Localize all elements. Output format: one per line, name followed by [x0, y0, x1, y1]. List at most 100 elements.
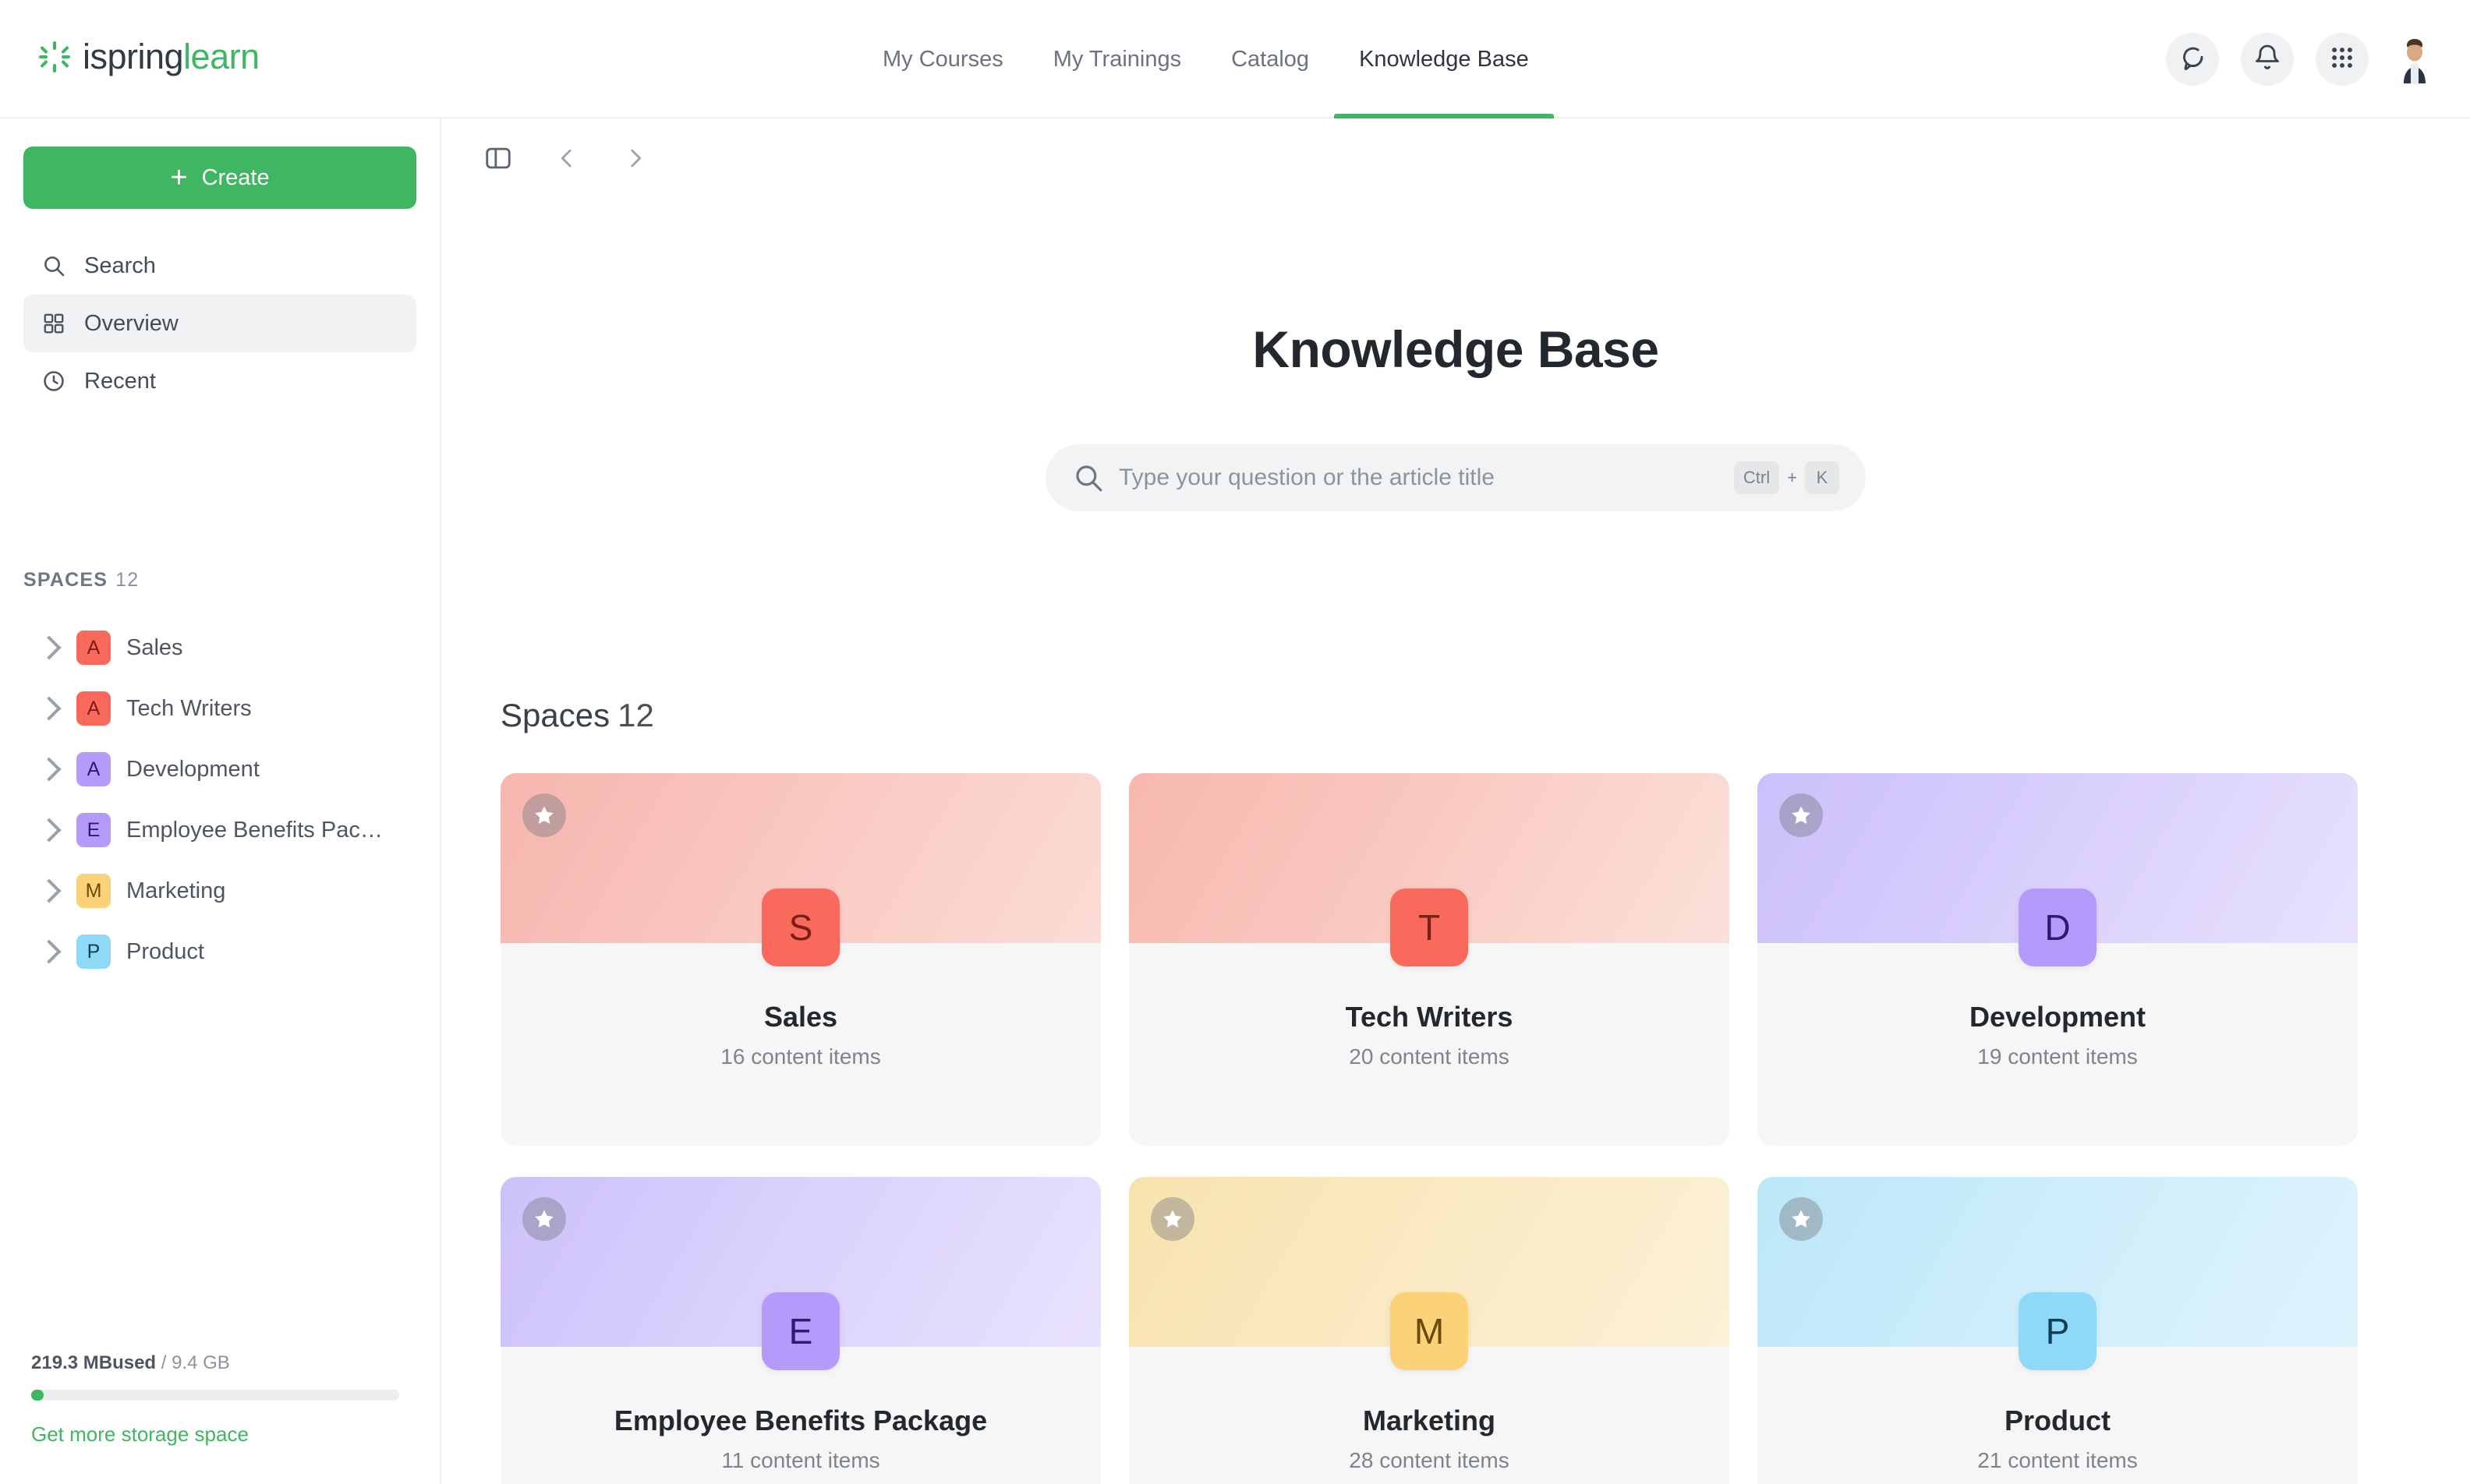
sidebar-space-product[interactable]: P Product: [23, 921, 429, 982]
spaces-section-label: Spaces: [501, 697, 610, 733]
spaces-header-count: 12: [115, 569, 140, 591]
card-subtitle: 21 content items: [1977, 1448, 2138, 1472]
ispring-logo-icon: [37, 40, 72, 74]
storage-progress-bar: [31, 1390, 399, 1401]
card-title: Sales: [763, 1001, 838, 1033]
space-label: Employee Benefits Pac…: [126, 817, 383, 843]
storage-usage-text: 219.3 MBused / 9.4 GB: [31, 1352, 413, 1374]
star-icon: [1792, 1210, 1810, 1228]
spaces-section-title: Spaces 12: [501, 697, 654, 734]
space-card[interactable]: M Marketing 28 content items: [1129, 1177, 1729, 1484]
create-button[interactable]: + Create: [23, 147, 416, 209]
space-avatar: M: [76, 874, 111, 908]
sidebar-item-label: Recent: [84, 368, 156, 394]
chat-icon: [2178, 44, 2206, 76]
sidebar-space-employee-benefits[interactable]: E Employee Benefits Pac…: [23, 800, 429, 860]
sidebar-item-recent[interactable]: Recent: [23, 352, 416, 410]
space-avatar: A: [76, 752, 111, 786]
sidebar: + Create Search Overview Recent SPACES 1…: [0, 118, 441, 1484]
chevron-right-icon[interactable]: [37, 635, 62, 660]
sidebar-item-search[interactable]: Search: [23, 237, 416, 295]
space-card[interactable]: S Sales 16 content items: [501, 773, 1101, 1146]
brand-name-green: learn: [183, 37, 260, 76]
nav-my-trainings[interactable]: My Trainings: [1028, 0, 1206, 118]
back-button[interactable]: [544, 137, 589, 182]
space-card[interactable]: D Development 19 content items: [1757, 773, 2358, 1146]
card-avatar: D: [2019, 889, 2097, 966]
spaces-section-header: SPACES 12: [23, 569, 139, 592]
brand-name-dark: ispring: [83, 37, 184, 76]
panel-toggle-button[interactable]: [476, 137, 521, 182]
sidebar-item-overview[interactable]: Overview: [23, 295, 416, 352]
space-avatar: A: [76, 631, 111, 665]
sidebar-item-label: Search: [84, 253, 156, 278]
space-card[interactable]: P Product 21 content items: [1757, 1177, 2358, 1484]
card-avatar: E: [762, 1292, 840, 1370]
notifications-button[interactable]: [2241, 33, 2294, 86]
chevron-right-icon[interactable]: [37, 818, 62, 843]
sidebar-space-tech-writers[interactable]: A Tech Writers: [23, 678, 429, 739]
avatar-photo: [2390, 35, 2439, 83]
nav-catalog[interactable]: Catalog: [1206, 0, 1334, 118]
shortcut-key-ctrl: Ctrl: [1733, 461, 1780, 494]
favorite-star-button[interactable]: [1779, 1197, 1823, 1241]
panel-toggle-icon: [483, 143, 513, 177]
card-subtitle: 20 content items: [1349, 1044, 1509, 1069]
space-label: Development: [126, 756, 260, 782]
shortcut-key-k: K: [1805, 461, 1839, 494]
favorite-star-button[interactable]: [1151, 1197, 1194, 1241]
main-navigation: My Courses My Trainings Catalog Knowledg…: [858, 0, 1554, 118]
search-icon: [1072, 461, 1105, 494]
nav-my-courses[interactable]: My Courses: [858, 0, 1028, 118]
chevron-left-icon: [554, 145, 580, 175]
space-card[interactable]: E Employee Benefits Package 11 content i…: [501, 1177, 1101, 1484]
chevron-right-icon[interactable]: [37, 939, 62, 964]
chevron-right-icon[interactable]: [37, 757, 62, 782]
sidebar-nav: Search Overview Recent: [23, 237, 416, 410]
card-title: Marketing: [1362, 1404, 1496, 1436]
storage-progress-fill: [31, 1390, 44, 1401]
space-avatar: P: [76, 935, 111, 969]
chevron-right-icon[interactable]: [37, 878, 62, 903]
star-icon: [535, 806, 554, 824]
star-icon: [535, 1210, 554, 1228]
space-card[interactable]: T Tech Writers 20 content items: [1129, 773, 1729, 1146]
favorite-star-button[interactable]: [1779, 793, 1823, 837]
card-avatar: T: [1390, 889, 1468, 966]
chat-button[interactable]: [2166, 33, 2219, 86]
nav-knowledge-base[interactable]: Knowledge Base: [1334, 0, 1554, 118]
main-content: Knowledge Base Type your question or the…: [441, 118, 2470, 1484]
apps-grid-icon: [2329, 44, 2355, 75]
get-more-storage-link[interactable]: Get more storage space: [31, 1422, 413, 1447]
shortcut-key-plus: +: [1787, 468, 1797, 487]
forward-button[interactable]: [613, 137, 658, 182]
card-title: Employee Benefits Package: [614, 1404, 988, 1436]
card-avatar: S: [762, 889, 840, 966]
grid-icon: [41, 310, 67, 337]
brand-logo[interactable]: ispringlearn: [37, 39, 260, 74]
apps-button[interactable]: [2316, 33, 2369, 86]
favorite-star-button[interactable]: [522, 1197, 566, 1241]
page-title: Knowledge Base: [1252, 320, 1659, 378]
top-bar: ispringlearn My Courses My Trainings Cat…: [0, 0, 2470, 118]
content-toolbar: [476, 137, 658, 182]
user-avatar[interactable]: [2390, 35, 2439, 83]
sidebar-space-development[interactable]: A Development: [23, 739, 429, 800]
sidebar-space-marketing[interactable]: M Marketing: [23, 860, 429, 921]
space-label: Marketing: [126, 878, 226, 903]
card-subtitle: 19 content items: [1977, 1044, 2138, 1069]
card-subtitle: 16 content items: [720, 1044, 881, 1069]
storage-widget: 219.3 MBused / 9.4 GB Get more storage s…: [31, 1352, 413, 1447]
search-input-placeholder[interactable]: Type your question or the article title: [1119, 465, 1734, 491]
spaces-section-count: 12: [618, 697, 654, 733]
storage-used-value: 219.3 MB: [31, 1352, 113, 1373]
card-title: Product: [2004, 1404, 2111, 1436]
spaces-grid: S Sales 16 content items T Tech Writers …: [501, 773, 2387, 1484]
space-avatar: A: [76, 691, 111, 726]
knowledge-base-search[interactable]: Type your question or the article title …: [1046, 444, 1866, 511]
chevron-right-icon[interactable]: [37, 696, 62, 721]
storage-used-suffix: used: [112, 1352, 157, 1373]
favorite-star-button[interactable]: [522, 793, 566, 837]
sidebar-space-sales[interactable]: A Sales: [23, 617, 429, 678]
star-icon: [1163, 1210, 1182, 1228]
